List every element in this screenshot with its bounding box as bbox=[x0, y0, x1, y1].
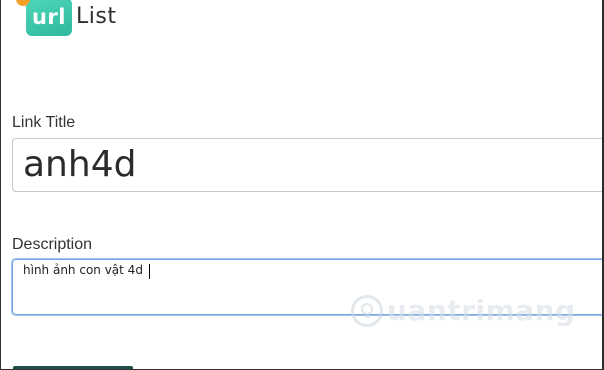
logo-badge: url bbox=[16, 0, 72, 36]
logo-text: List bbox=[76, 3, 117, 29]
app-logo[interactable]: url List bbox=[16, 0, 117, 36]
url-list-form-window: url List Link Title Description hình ảnh… bbox=[0, 0, 604, 370]
description-textarea[interactable]: hình ảnh con vật 4d bbox=[12, 259, 602, 315]
submit-button-edge[interactable] bbox=[13, 366, 133, 369]
logo-badge-text: url bbox=[31, 5, 66, 29]
description-label: Description bbox=[12, 236, 93, 253]
link-title-label: Link Title bbox=[12, 114, 76, 131]
link-title-input[interactable] bbox=[12, 138, 602, 192]
text-caret bbox=[149, 264, 150, 279]
logo-dot bbox=[16, 0, 30, 6]
